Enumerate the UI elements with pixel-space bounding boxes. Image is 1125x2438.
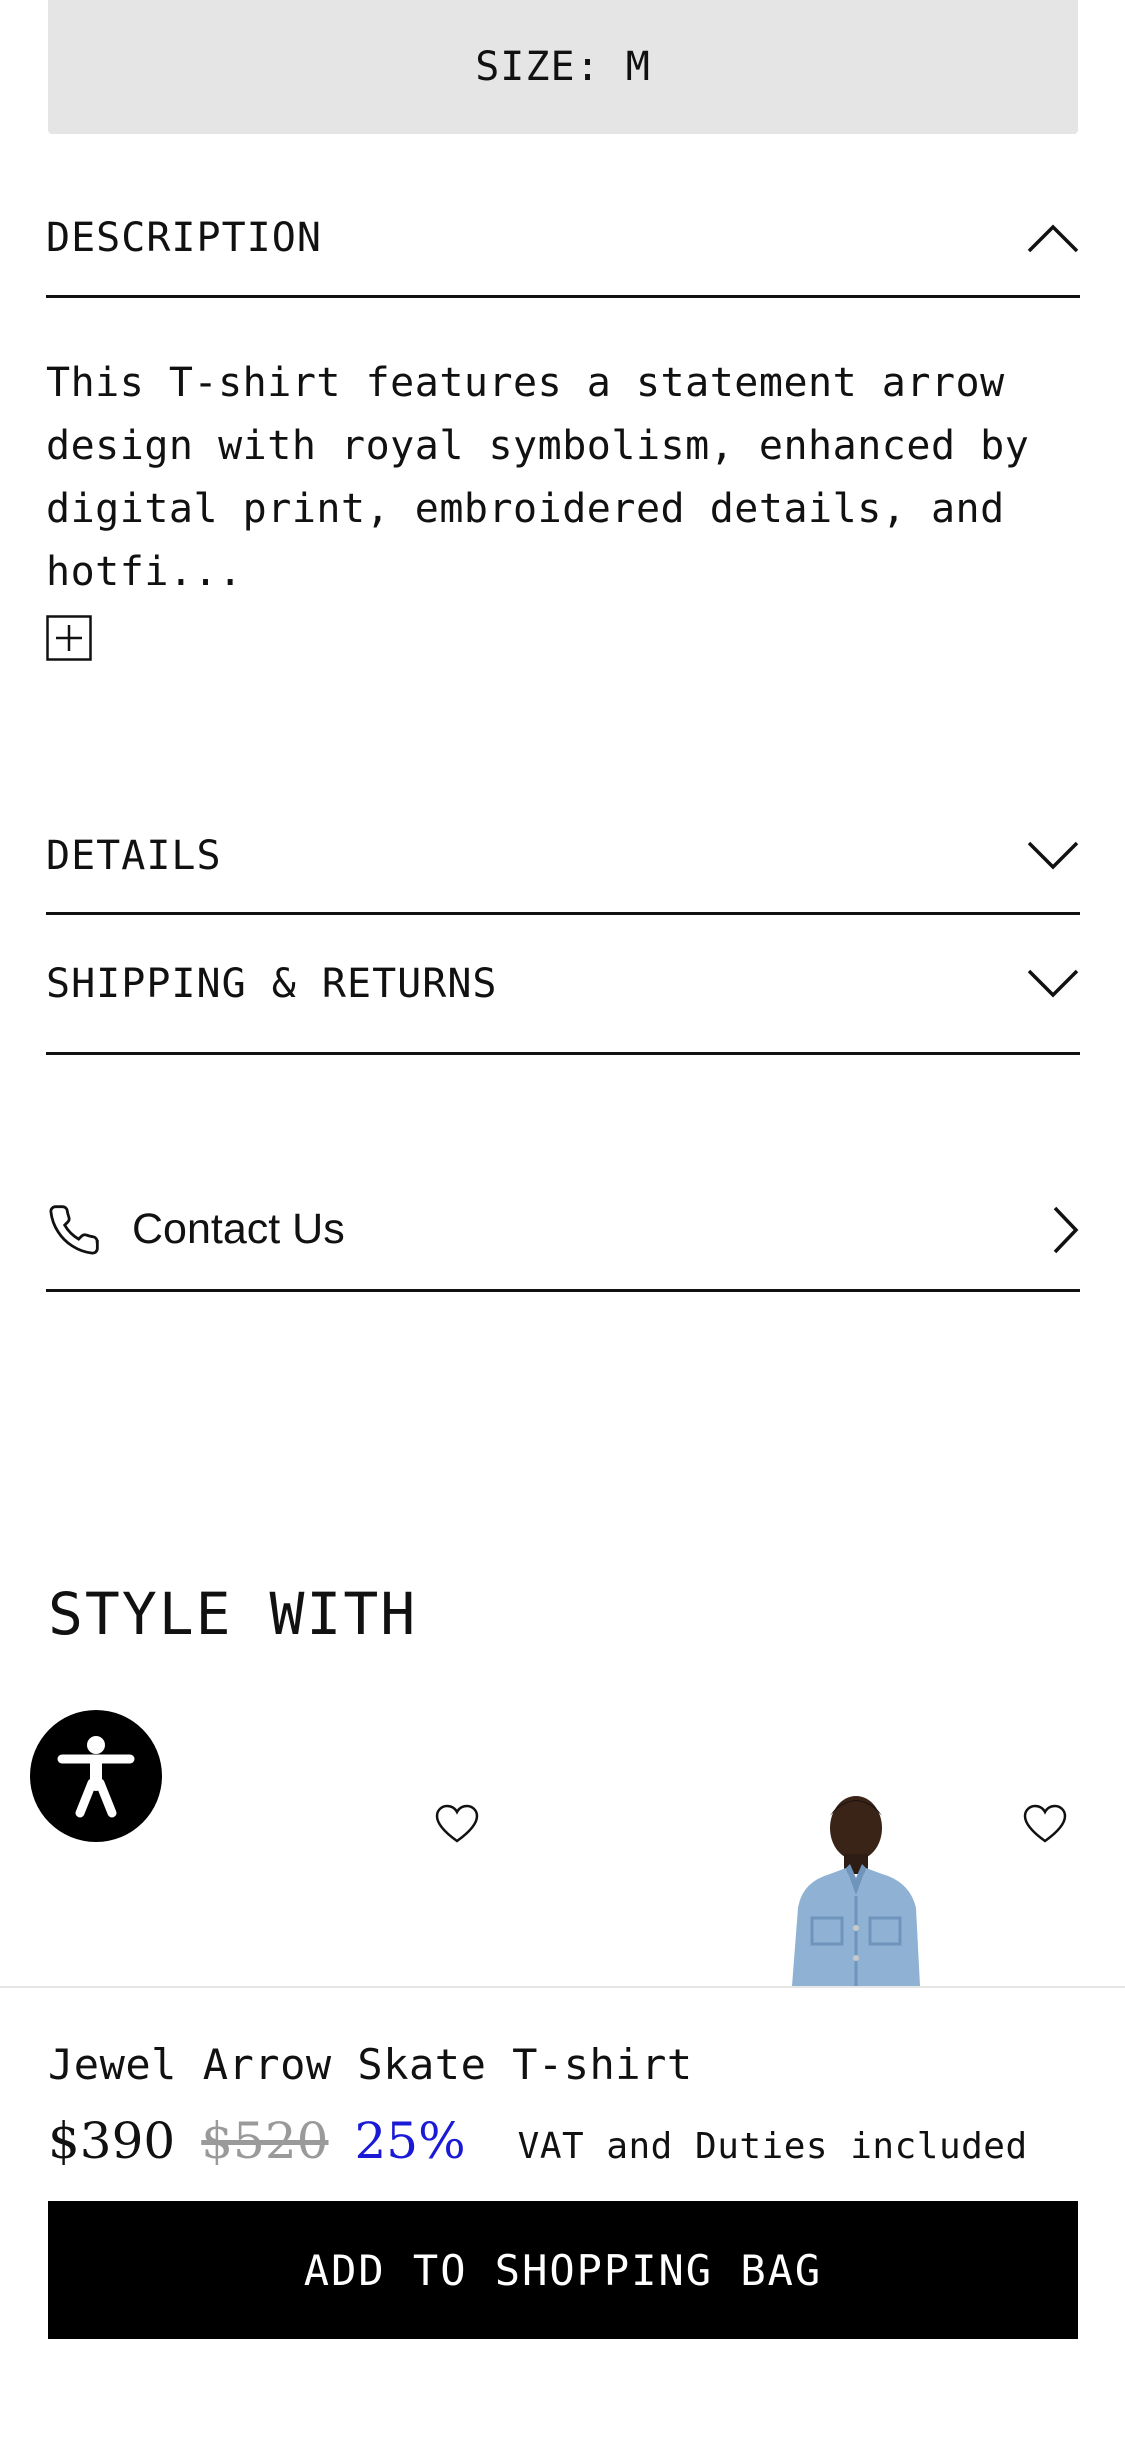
discount-percent: 25% xyxy=(354,2112,466,2170)
accordion-shipping-title: SHIPPING & RETURNS xyxy=(46,960,498,1007)
contact-us-link[interactable]: Contact Us xyxy=(46,1170,1080,1292)
accordion-details-title: DETAILS xyxy=(46,833,222,879)
add-to-bag-label: ADD TO SHOPPING BAG xyxy=(303,2245,823,2295)
accordion-description-title: DESCRIPTION xyxy=(46,214,322,261)
contact-us-label: Contact Us xyxy=(132,1205,345,1253)
description-line: design with royal symbolism, enhanced by xyxy=(46,423,1030,469)
description-line: This T-shirt features a statement arrow xyxy=(46,360,1005,406)
accordion-shipping-returns[interactable]: SHIPPING & RETURNS xyxy=(46,915,1080,1055)
size-selector-label: SIZE: M xyxy=(475,44,651,90)
accordion-description[interactable]: DESCRIPTION xyxy=(46,180,1080,298)
original-price: $520 xyxy=(201,2112,329,2170)
chevron-up-icon xyxy=(1027,224,1079,252)
size-selector-button[interactable]: SIZE: M xyxy=(48,0,1078,134)
accordion-details[interactable]: DETAILS xyxy=(46,800,1080,915)
denim-jacket-model-image xyxy=(792,1796,920,1986)
description-line: digital print, embroidered details, and xyxy=(46,486,1005,532)
style-with-product-image[interactable] xyxy=(770,1778,950,1986)
phone-icon xyxy=(49,1204,99,1254)
plus-square-icon[interactable] xyxy=(46,615,92,661)
price-row: $390 $520 25% VAT and Duties included xyxy=(48,2112,1028,2170)
current-price: $390 xyxy=(48,2112,176,2170)
chevron-down-icon xyxy=(1027,969,1079,997)
chevron-right-icon xyxy=(1053,1206,1079,1253)
chevron-down-icon xyxy=(1027,841,1079,870)
style-with-heading: STYLE WITH xyxy=(48,1580,418,1648)
tax-note: VAT and Duties included xyxy=(517,2126,1028,2167)
description-line: hotfi... xyxy=(46,549,243,595)
product-name: Jewel Arrow Skate T-shirt xyxy=(48,2040,693,2089)
accessibility-icon xyxy=(57,1736,135,1818)
heart-icon[interactable] xyxy=(435,1804,479,1844)
description-text: This T-shirt features a statement arrow … xyxy=(46,352,1086,604)
heart-icon[interactable] xyxy=(1023,1804,1067,1844)
accessibility-button[interactable] xyxy=(30,1710,162,1842)
add-to-bag-button[interactable]: ADD TO SHOPPING BAG xyxy=(48,2201,1078,2339)
